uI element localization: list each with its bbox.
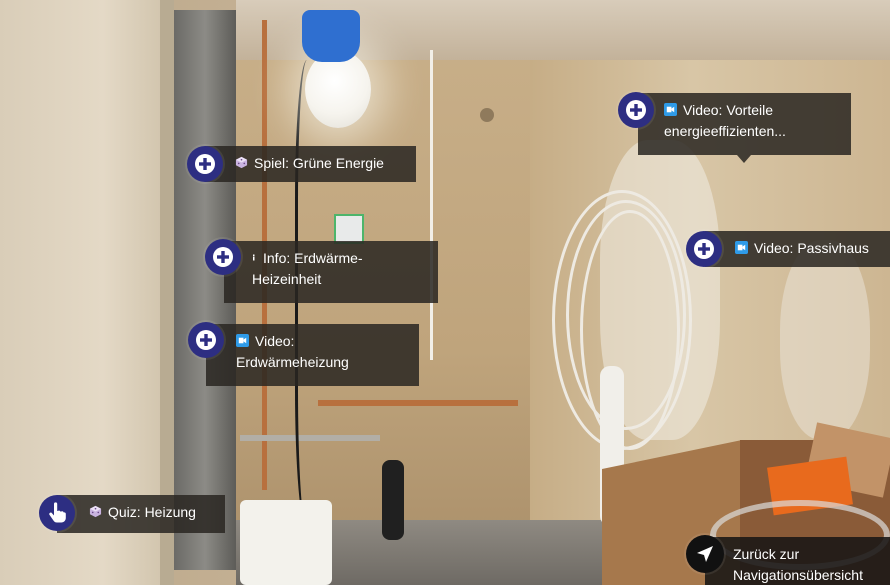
white-cable (430, 50, 433, 360)
canister (240, 500, 332, 585)
navigation-button[interactable] (686, 535, 724, 573)
copper-pipe (318, 400, 518, 406)
hotspot-text: Quiz: Heizung (108, 504, 196, 520)
hand-pointer-icon (49, 502, 66, 523)
tooltip-pointer (737, 155, 751, 163)
info-icon (253, 254, 255, 261)
hotspot-text: Spiel: Grüne Energie (254, 155, 384, 171)
hotspot-text: Video: Passivhaus (754, 240, 869, 256)
plus-icon (213, 247, 233, 267)
black-tube (382, 460, 404, 540)
hotspot-label[interactable]: Quiz: Heizung (57, 495, 225, 533)
hotspot-label[interactable]: Zurück zur Navigationsübersicht (705, 537, 890, 585)
hotspot-label[interactable]: Video: Vorteile energieeffizienten... (638, 93, 851, 155)
video-icon (735, 241, 748, 254)
electric-meter (334, 214, 364, 244)
dice-icon (235, 156, 248, 169)
plus-button[interactable] (686, 231, 722, 267)
hotspot-label[interactable]: Info: Erdwärme-Heizeinheit (224, 241, 438, 303)
plus-icon (196, 330, 216, 350)
video-icon (664, 103, 677, 116)
white-cable-coil (580, 210, 680, 450)
hotspot-text: Zurück zur Navigationsübersicht (733, 546, 863, 583)
plus-icon (626, 100, 646, 120)
plus-button[interactable] (188, 322, 224, 358)
lamp-socket (302, 10, 360, 62)
hotspot-text: Info: Erdwärme-Heizeinheit (252, 250, 363, 287)
navigation-arrow-icon (697, 546, 713, 562)
hand-button[interactable] (39, 495, 75, 531)
plaster-patch (780, 240, 870, 440)
video-icon (236, 334, 249, 347)
hotspot-label[interactable]: Video: Passivhaus (705, 231, 890, 267)
wall-opening (480, 108, 494, 122)
plus-button[interactable] (187, 146, 223, 182)
plus-button[interactable] (618, 92, 654, 128)
hotspot-text: Video: Erdwärmeheizung (236, 333, 349, 370)
plus-icon (195, 154, 215, 174)
plus-button[interactable] (205, 239, 241, 275)
dice-icon (89, 505, 102, 518)
hotspot-label[interactable]: Spiel: Grüne Energie (205, 146, 416, 182)
plus-icon (694, 239, 714, 259)
hotspot-label[interactable]: Video: Erdwärmeheizung (206, 324, 419, 386)
hotspot-text: Video: Vorteile energieeffizienten... (664, 102, 786, 139)
